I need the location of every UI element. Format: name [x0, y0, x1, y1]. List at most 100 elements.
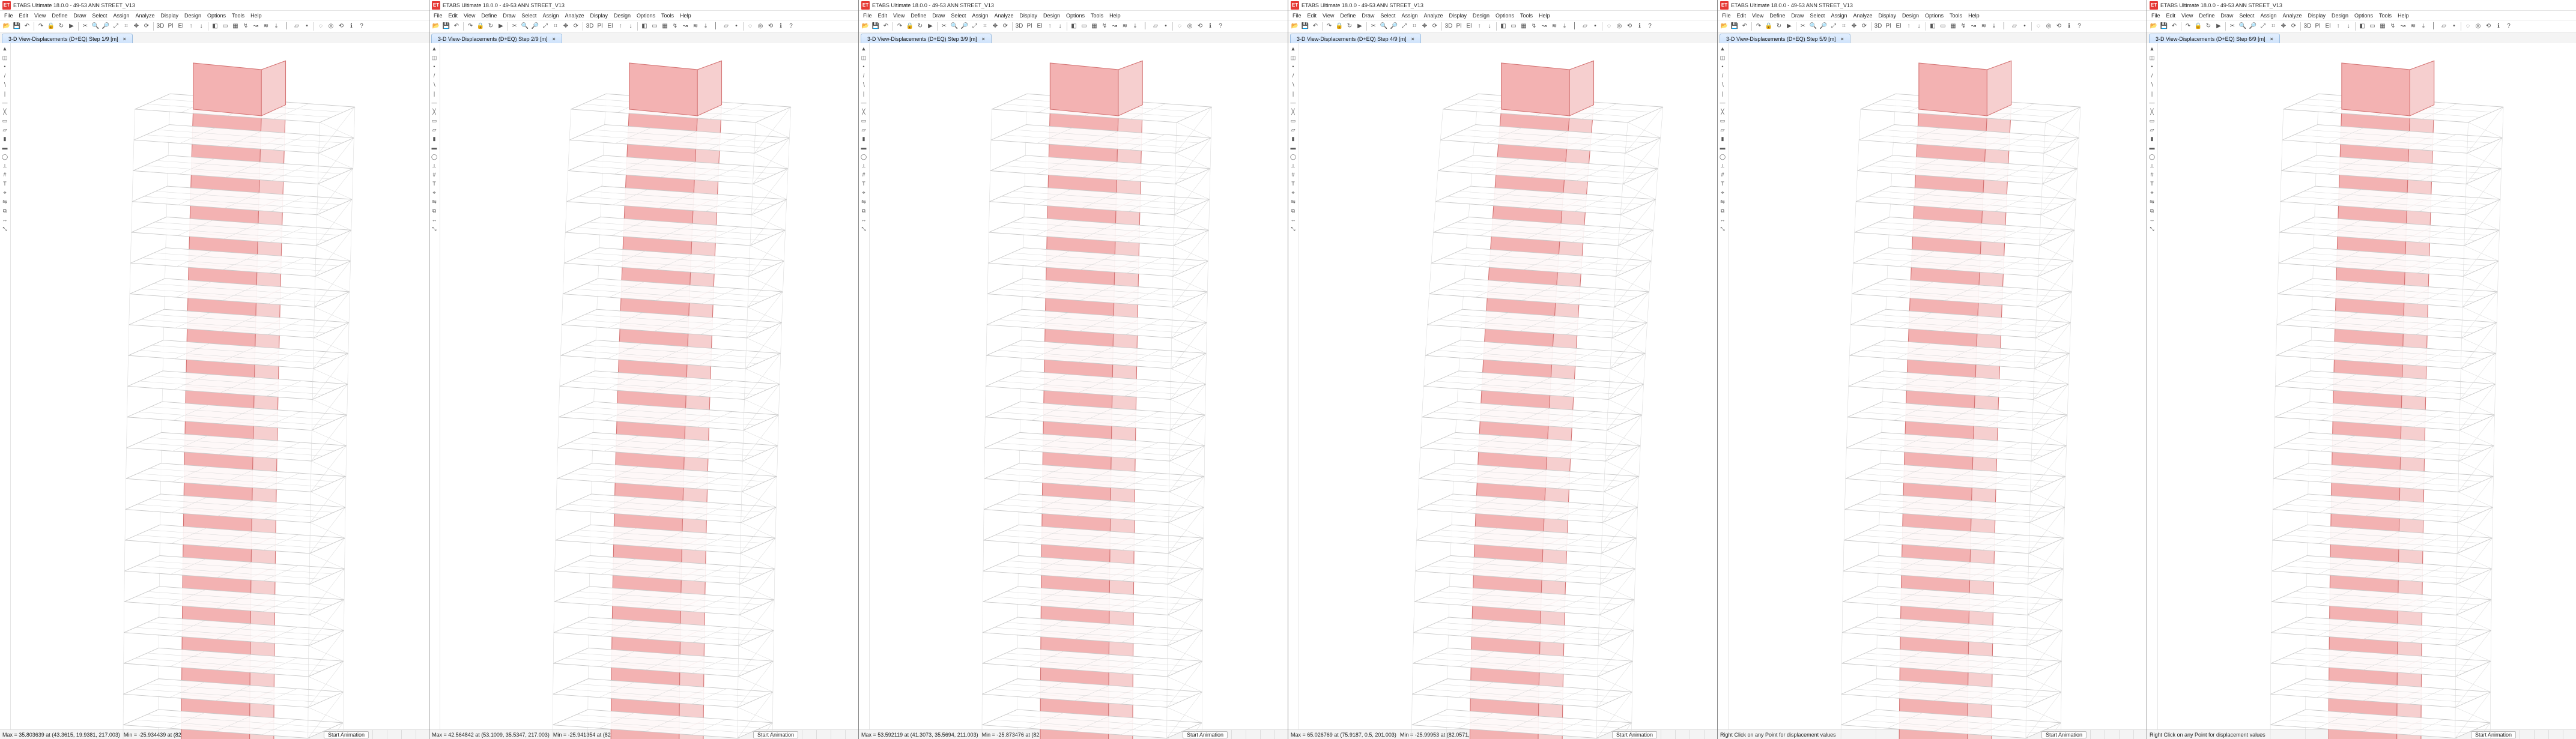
menu-select[interactable]: Select	[519, 13, 539, 19]
redo-icon[interactable]: ↷	[1754, 22, 1763, 31]
menu-analyze[interactable]: Analyze	[1421, 13, 1445, 19]
rect-area-icon[interactable]: ▱	[430, 125, 438, 134]
3d-icon[interactable]: 3D	[1014, 22, 1024, 31]
menu-design[interactable]: Design	[182, 13, 204, 19]
menu-draw[interactable]: Draw	[1789, 13, 1806, 19]
menu-draw[interactable]: Draw	[1359, 13, 1377, 19]
brace-icon[interactable]: ╳	[2148, 107, 2156, 116]
zoom-in-icon[interactable]: 🔍	[2238, 22, 2247, 31]
menu-draw[interactable]: Draw	[930, 13, 947, 19]
save-icon[interactable]: 💾	[1300, 22, 1310, 31]
frame-icon[interactable]: │	[711, 22, 721, 31]
help-icon[interactable]: ?	[2504, 22, 2514, 31]
reshape-icon[interactable]: ◫	[2148, 53, 2156, 62]
folder-open-icon[interactable]: 📂	[1290, 22, 1300, 31]
move-icon[interactable]: ↔	[430, 216, 438, 224]
hide-icon[interactable]: ◌	[2034, 22, 2043, 31]
beam-icon[interactable]: |	[1, 89, 9, 98]
elev-icon[interactable]: El	[176, 22, 186, 31]
dimension-icon[interactable]: ⟂	[1, 161, 9, 170]
reshape-icon[interactable]: ◫	[1, 53, 9, 62]
refresh-view-icon[interactable]: ⟲	[2484, 22, 2493, 31]
moment-icon[interactable]: ↝	[680, 22, 690, 31]
quick-frame-icon[interactable]: ∖	[1, 80, 9, 89]
move-icon[interactable]: ↔	[2148, 216, 2156, 224]
close-tab-button[interactable]: ×	[2270, 36, 2273, 42]
reshape-icon[interactable]: ◫	[859, 53, 868, 62]
slab-icon[interactable]: ▬	[859, 143, 868, 152]
elev-icon[interactable]: El	[1035, 22, 1044, 31]
reshape-icon[interactable]: ◫	[430, 53, 438, 62]
menu-view[interactable]: View	[1320, 13, 1336, 19]
menu-edit[interactable]: Edit	[1735, 13, 1749, 19]
moment-icon[interactable]: ↝	[1110, 22, 1120, 31]
isolate-icon[interactable]: ◎	[2473, 22, 2483, 31]
menu-tools[interactable]: Tools	[1088, 13, 1106, 19]
frame-draw-icon[interactable]: /	[1718, 71, 1727, 80]
menu-edit[interactable]: Edit	[1305, 13, 1320, 19]
column-icon[interactable]: —	[430, 98, 438, 107]
slab-icon[interactable]: ▬	[430, 143, 438, 152]
menu-design[interactable]: Design	[611, 13, 633, 19]
reshape-icon[interactable]: ◫	[1718, 53, 1727, 62]
menu-view[interactable]: View	[1750, 13, 1766, 19]
menu-display[interactable]: Display	[2305, 13, 2328, 19]
menu-select[interactable]: Select	[948, 13, 968, 19]
opening-icon[interactable]: ◯	[1289, 152, 1297, 161]
refresh-view-icon[interactable]: ⟲	[766, 22, 775, 31]
scissors-icon[interactable]: ✂	[2228, 22, 2237, 31]
point-draw-icon[interactable]: •	[1718, 62, 1727, 71]
def-shape-icon[interactable]: ≋	[2408, 22, 2418, 31]
point-icon[interactable]: •	[2449, 22, 2459, 31]
copy-icon[interactable]: ⧉	[1289, 207, 1297, 215]
slab-icon[interactable]: ▬	[1718, 143, 1727, 152]
quick-frame-icon[interactable]: ∖	[1289, 80, 1297, 89]
folder-open-icon[interactable]: 📂	[861, 22, 870, 31]
wall-icon[interactable]: ▮	[1, 134, 9, 143]
menu-define[interactable]: Define	[49, 13, 70, 19]
folder-open-icon[interactable]: 📂	[2149, 22, 2159, 31]
mirror-icon[interactable]: ⇋	[1289, 198, 1297, 206]
menu-design[interactable]: Design	[2329, 13, 2351, 19]
lock-icon[interactable]: 🔒	[476, 22, 485, 31]
menu-assign[interactable]: Assign	[540, 13, 561, 19]
select-arrow-icon[interactable]: ▲	[859, 44, 868, 53]
zoom-window-icon[interactable]: ⌗	[1410, 22, 1419, 31]
table-icon[interactable]: ▦	[2378, 22, 2387, 31]
model-viewport[interactable]	[870, 43, 1288, 739]
column-icon[interactable]: —	[2148, 98, 2156, 107]
move-icon[interactable]: ↔	[1718, 216, 1727, 224]
menu-assign[interactable]: Assign	[2258, 13, 2279, 19]
shear-icon[interactable]: ↯	[1529, 22, 1539, 31]
area-icon[interactable]: ▭	[1289, 116, 1297, 125]
frame-draw-icon[interactable]: /	[1289, 71, 1297, 80]
column-icon[interactable]: —	[1718, 98, 1727, 107]
frame-icon[interactable]: │	[2429, 22, 2438, 31]
rotate-3d-icon[interactable]: ⟳	[1001, 22, 1010, 31]
redo-icon[interactable]: ↷	[1324, 22, 1334, 31]
brace-icon[interactable]: ╳	[1289, 107, 1297, 116]
def-shape-icon[interactable]: ≋	[261, 22, 271, 31]
perspective-icon[interactable]: ◧	[1928, 22, 1938, 31]
moment-icon[interactable]: ↝	[251, 22, 261, 31]
menu-tools[interactable]: Tools	[1518, 13, 1535, 19]
table-icon[interactable]: ▦	[1519, 22, 1529, 31]
isolate-icon[interactable]: ◎	[326, 22, 336, 31]
menu-assign[interactable]: Assign	[111, 13, 132, 19]
menu-design[interactable]: Design	[1041, 13, 1062, 19]
rotate-3d-icon[interactable]: ⟳	[1859, 22, 1869, 31]
down-icon[interactable]: ↓	[196, 22, 206, 31]
menu-draw[interactable]: Draw	[500, 13, 518, 19]
point-icon[interactable]: •	[732, 22, 741, 31]
column-icon[interactable]: —	[859, 98, 868, 107]
menu-file[interactable]: File	[431, 13, 445, 19]
isolate-icon[interactable]: ◎	[1614, 22, 1624, 31]
react-icon[interactable]: ⤓	[271, 22, 281, 31]
info-icon[interactable]: ℹ	[1205, 22, 1215, 31]
frame-draw-icon[interactable]: /	[2148, 71, 2156, 80]
table-icon[interactable]: ▦	[660, 22, 670, 31]
refresh-icon[interactable]: ↻	[486, 22, 496, 31]
grid-icon[interactable]: #	[1, 170, 9, 179]
zoom-extents-icon[interactable]: ⤢	[2258, 22, 2268, 31]
reshape-icon[interactable]: ◫	[1289, 53, 1297, 62]
